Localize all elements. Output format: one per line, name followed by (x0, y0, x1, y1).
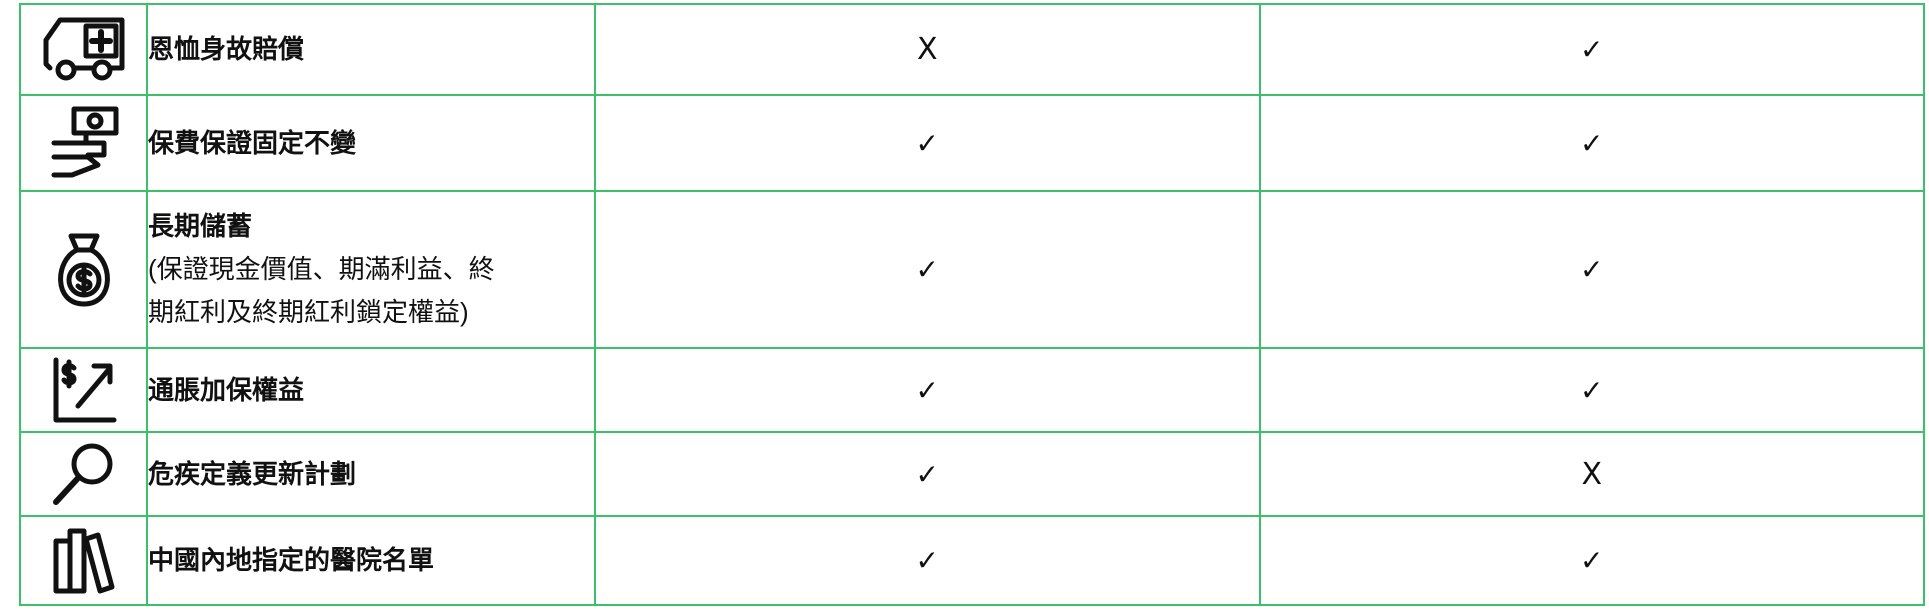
plan-b-mark: ✓ (1258, 515, 1925, 606)
feature-label-cell: 危疾定義更新計劃 (146, 431, 596, 517)
icon-cell (19, 431, 148, 517)
plan-b-mark: ✓ (1258, 347, 1925, 433)
feature-label: 保費保證固定不變 (148, 127, 357, 158)
table-row: 危疾定義更新計劃 ✓ X (19, 431, 1925, 517)
feature-comparison-table: 恩恤身故賠償 X ✓ 保費保證固定不變 ✓ ✓ 長期儲蓄 (保證現金價值、期滿利… (19, 3, 1925, 606)
growth-chart-icon (53, 357, 116, 423)
plan-b-mark: ✓ (1258, 3, 1925, 96)
feature-label: 通脹加保權益 (148, 374, 305, 405)
icon-cell (19, 347, 148, 433)
table-row: 通脹加保權益 ✓ ✓ (19, 347, 1925, 433)
feature-label-cell: 中國內地指定的醫院名單 (146, 515, 596, 606)
plan-a-mark: X (594, 3, 1261, 96)
feature-label-cell: 通脹加保權益 (146, 347, 596, 433)
ambulance-icon (43, 17, 124, 80)
table-row: 中國內地指定的醫院名單 ✓ ✓ (19, 515, 1925, 606)
feature-label: 恩恤身故賠償 (148, 34, 305, 64)
icon-cell (19, 190, 148, 349)
feature-label: 長期儲蓄 (148, 211, 253, 241)
plan-a-mark: ✓ (594, 94, 1261, 192)
feature-label-cell: 恩恤身故賠償 (146, 3, 596, 96)
hand-holding-cash-icon (51, 106, 118, 178)
table-row: 保費保證固定不變 ✓ ✓ (19, 94, 1925, 192)
plan-b-mark: X (1258, 431, 1925, 517)
plan-a-mark: ✓ (594, 347, 1261, 433)
icon-cell (19, 515, 148, 606)
plan-b-mark: ✓ (1258, 94, 1925, 192)
feature-label-cell: 長期儲蓄 (保證現金價值、期滿利益、終 期紅利及終期紅利鎖定權益) (146, 190, 596, 349)
table-row: 恩恤身故賠償 X ✓ (19, 3, 1925, 96)
icon-cell (19, 94, 148, 192)
feature-label: 危疾定義更新計劃 (148, 458, 357, 489)
feature-sub-label: (保證現金價值、期滿利益、終 (148, 254, 495, 284)
books-icon (53, 528, 114, 593)
plan-a-mark: ✓ (594, 190, 1261, 349)
magnifier-icon (52, 443, 112, 505)
money-bag-icon (57, 233, 110, 306)
feature-label-cell: 保費保證固定不變 (146, 94, 596, 192)
feature-sub-label: 期紅利及終期紅利鎖定權益) (148, 297, 469, 327)
plan-a-mark: ✓ (594, 431, 1261, 517)
feature-label: 中國內地指定的醫院名單 (148, 545, 435, 575)
icon-cell (19, 3, 148, 96)
table-row: 長期儲蓄 (保證現金價值、期滿利益、終 期紅利及終期紅利鎖定權益) ✓ ✓ (19, 190, 1925, 349)
plan-a-mark: ✓ (594, 515, 1261, 606)
plan-b-mark: ✓ (1258, 190, 1925, 349)
